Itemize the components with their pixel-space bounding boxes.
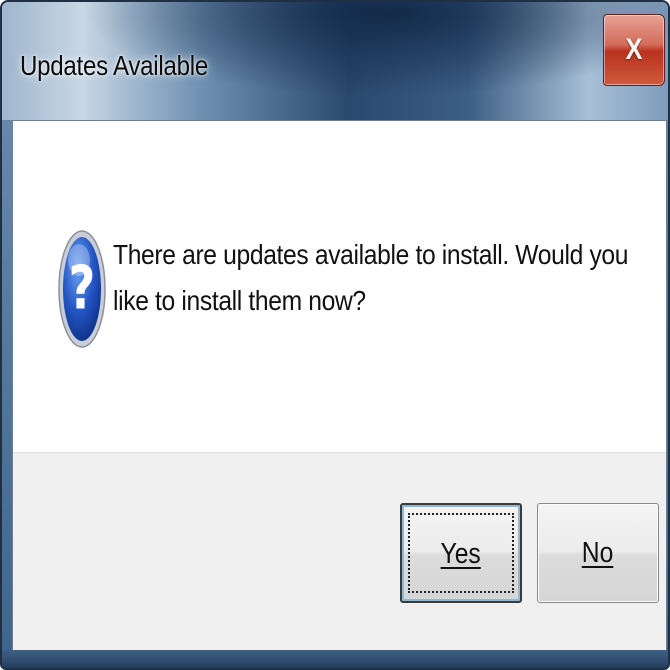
no-button[interactable]: No bbox=[537, 503, 659, 603]
question-icon: ? bbox=[58, 230, 106, 348]
message-area: ? There are updates available to install… bbox=[13, 121, 666, 452]
close-button[interactable]: X bbox=[603, 14, 665, 86]
yes-button[interactable]: Yes bbox=[400, 503, 522, 603]
svg-text:?: ? bbox=[69, 253, 96, 324]
window-title: Updates Available bbox=[20, 50, 208, 81]
window-bottom-frame bbox=[2, 650, 668, 668]
yes-button-label: Yes bbox=[440, 538, 482, 570]
button-bar: Yes No bbox=[13, 452, 666, 650]
dialog-message: There are updates available to install. … bbox=[113, 239, 629, 316]
dialog-window: Updates Available X ? There are updates … bbox=[0, 0, 670, 670]
close-icon: X bbox=[625, 33, 643, 66]
title-bar[interactable]: Updates Available X bbox=[2, 2, 668, 120]
dialog-client-area: ? There are updates available to install… bbox=[12, 120, 667, 650]
no-button-label: No bbox=[582, 537, 614, 569]
